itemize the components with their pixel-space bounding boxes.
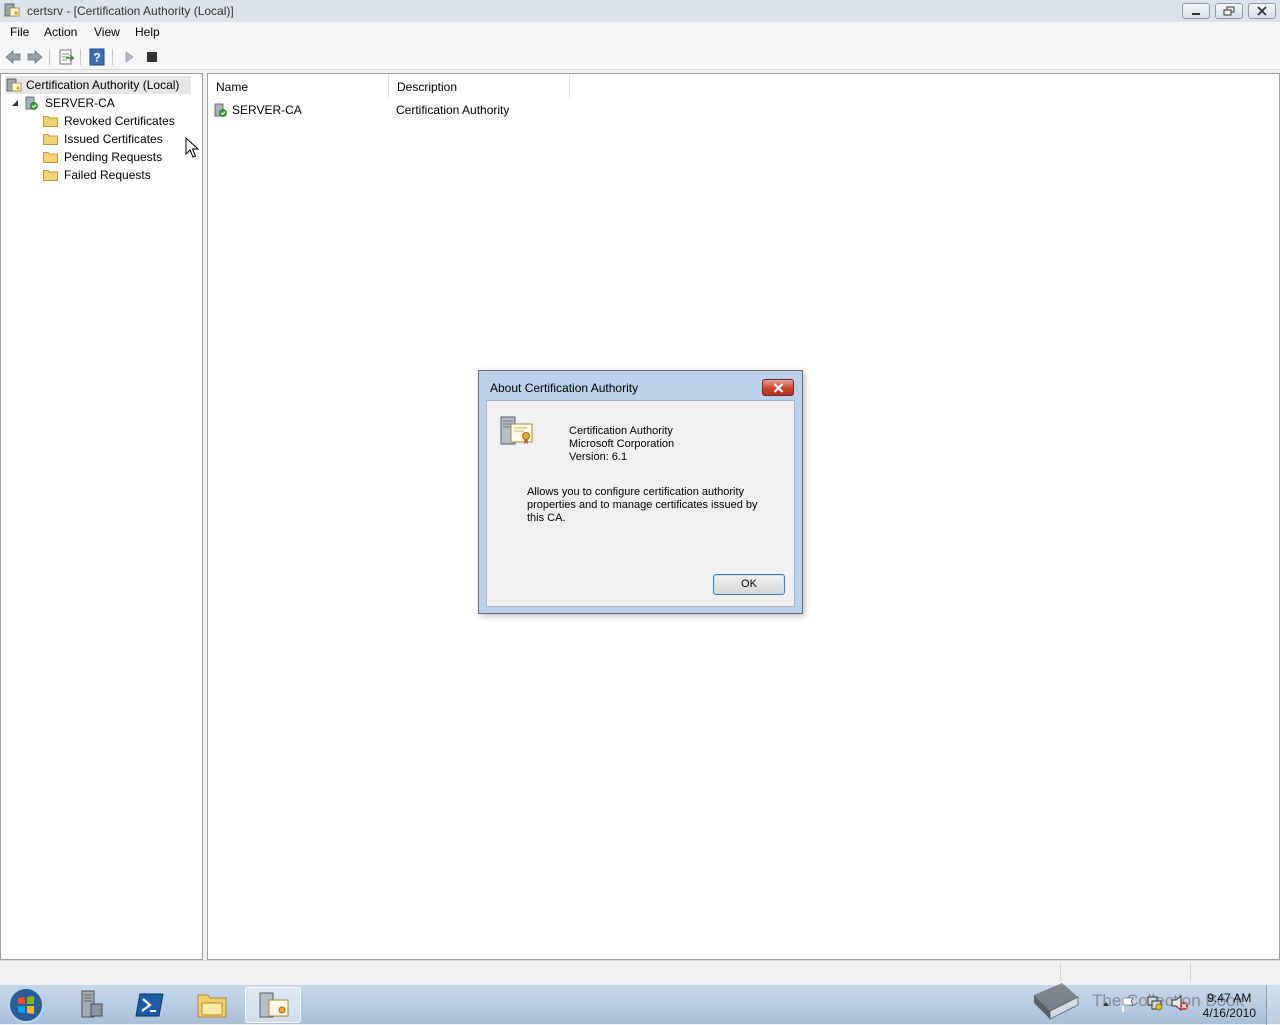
tree-item-label: Failed Requests xyxy=(64,168,151,182)
clock-date: 4/16/2010 xyxy=(1202,1006,1256,1020)
powershell-icon xyxy=(135,993,164,1017)
tree-item-issued-certificates[interactable]: Issued Certificates xyxy=(43,130,193,148)
tree-item-revoked-certificates[interactable]: Revoked Certificates xyxy=(43,112,193,130)
show-desktop-button[interactable] xyxy=(1266,985,1280,1025)
status-pane-divider xyxy=(1190,963,1191,981)
action-center-flag-icon[interactable] xyxy=(1120,995,1136,1013)
mouse-cursor-icon xyxy=(185,137,199,158)
expand-triangle-icon[interactable] xyxy=(11,99,19,107)
folder-icon xyxy=(43,116,58,127)
list-row-server-ca[interactable]: SERVER-CA Certification Authority xyxy=(212,101,572,119)
tree-root-label: Certification Authority (Local) xyxy=(26,78,180,92)
folder-icon xyxy=(43,170,58,181)
window-title: certsrv - [Certification Authority (Loca… xyxy=(27,4,234,18)
tree-item-pending-requests[interactable]: Pending Requests xyxy=(43,148,193,166)
menu-bar: File Action View Help xyxy=(0,22,1280,44)
menu-file[interactable]: File xyxy=(10,25,29,39)
taskbar: The Collection Book 9:47 AM 4/16/2010 xyxy=(0,983,1280,1025)
tree-item-label: Revoked Certificates xyxy=(64,114,175,128)
tree-item-server[interactable]: SERVER-CA xyxy=(9,94,159,112)
list-cell-name: SERVER-CA xyxy=(232,103,302,117)
help-icon[interactable]: ? xyxy=(88,48,106,66)
certsrv-app-icon xyxy=(4,3,20,17)
dialog-version: Version: 6.1 xyxy=(569,451,628,463)
taskbar-server-manager[interactable] xyxy=(62,987,118,1023)
column-header-description[interactable]: Description xyxy=(389,74,570,98)
console-tree: Certification Authority (Local) SERVER-C… xyxy=(0,73,203,960)
list-cell-description: Certification Authority xyxy=(396,103,510,117)
dialog-company: Microsoft Corporation xyxy=(569,438,675,450)
tree-item-label: Pending Requests xyxy=(64,150,163,164)
toolbar-separator xyxy=(80,49,81,65)
ca-server-icon xyxy=(25,96,38,110)
svg-text:?: ? xyxy=(93,51,100,65)
book-watermark-icon xyxy=(1034,983,1079,1020)
close-icon xyxy=(773,383,784,393)
restore-icon xyxy=(1223,6,1235,16)
clock-time: 9:47 AM xyxy=(1207,991,1252,1005)
toolbar-separator xyxy=(112,49,113,65)
column-header-label: Description xyxy=(397,80,458,94)
dialog-close-button[interactable] xyxy=(762,379,794,396)
close-icon xyxy=(1257,6,1267,16)
ca-server-icon xyxy=(214,103,227,117)
start-orb-icon[interactable] xyxy=(4,985,48,1025)
status-bar xyxy=(0,960,1280,984)
system-clock[interactable]: 9:47 AM 4/16/2010 xyxy=(1203,991,1256,1021)
toolbar-separator xyxy=(49,49,50,65)
dialog-description-line: properties and to manage certificates is… xyxy=(527,499,758,511)
network-icon[interactable] xyxy=(1146,994,1164,1012)
start-service-icon[interactable] xyxy=(120,48,138,66)
taskbar-powershell[interactable] xyxy=(123,987,179,1023)
menu-action[interactable]: Action xyxy=(44,25,77,39)
tree-item-label: Issued Certificates xyxy=(64,132,163,146)
tree-item-root[interactable]: Certification Authority (Local) xyxy=(5,76,191,94)
dialog-description-line: this CA. xyxy=(527,512,566,524)
menu-help[interactable]: Help xyxy=(135,25,160,39)
show-hidden-icons-icon[interactable] xyxy=(1102,1000,1110,1008)
restore-button[interactable] xyxy=(1215,3,1243,19)
toolbar: ? xyxy=(0,44,1280,70)
folder-explorer-icon xyxy=(197,994,227,1018)
tree-server-label: SERVER-CA xyxy=(45,96,115,110)
folder-icon xyxy=(43,152,58,163)
ok-button[interactable]: OK xyxy=(713,574,785,595)
column-header-label: Name xyxy=(216,80,249,94)
folder-icon xyxy=(43,134,58,145)
dialog-product-name: Certification Authority xyxy=(569,425,673,437)
certificate-server-icon xyxy=(500,416,533,445)
about-dialog: About Certification Authority Certificat… xyxy=(478,370,803,614)
minimize-button[interactable] xyxy=(1182,3,1210,19)
tree-item-failed-requests[interactable]: Failed Requests xyxy=(43,166,193,184)
dialog-title: About Certification Authority xyxy=(490,381,639,395)
dialog-body: Certification Authority Microsoft Corpor… xyxy=(486,400,795,607)
close-window-button[interactable] xyxy=(1248,3,1276,19)
dialog-description-line: Allows you to configure certification au… xyxy=(527,486,745,498)
certification-authority-icon xyxy=(6,78,22,92)
server-manager-icon xyxy=(81,990,103,1018)
menu-view[interactable]: View xyxy=(94,25,120,39)
certsrv-app-icon xyxy=(259,992,289,1018)
column-header-name[interactable]: Name xyxy=(208,74,389,98)
taskbar-windows-explorer[interactable] xyxy=(184,987,240,1023)
window-titlebar[interactable]: certsrv - [Certification Authority (Loca… xyxy=(0,0,1280,22)
taskbar-certsrv[interactable] xyxy=(245,987,301,1023)
forward-arrow-icon[interactable] xyxy=(26,48,44,66)
back-arrow-icon[interactable] xyxy=(4,48,22,66)
export-list-icon[interactable] xyxy=(57,48,75,66)
stop-service-icon[interactable] xyxy=(143,48,161,66)
volume-muted-icon[interactable] xyxy=(1170,994,1190,1012)
minimize-icon xyxy=(1192,13,1200,15)
